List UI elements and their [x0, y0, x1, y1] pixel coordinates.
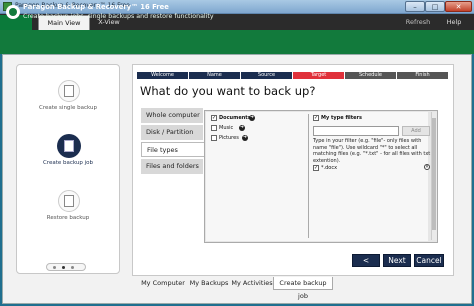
- music-label: Music: [219, 125, 234, 131]
- pictures-arrow-icon[interactable]: ➜: [242, 135, 248, 141]
- step-finish: Finish: [397, 72, 448, 79]
- category-disk-partition[interactable]: Disk / Partition: [141, 125, 203, 140]
- tab-my-computer[interactable]: My Computer: [140, 277, 186, 290]
- app-header: [0, 30, 474, 54]
- tab-create-backup-job[interactable]: Create backup job: [273, 277, 333, 300]
- tab-my-activities[interactable]: My Activities: [231, 277, 273, 290]
- document-icon: [64, 85, 74, 97]
- pager-dot[interactable]: [53, 266, 56, 269]
- pictures-checkbox[interactable]: [211, 135, 217, 141]
- step-welcome: Welcome: [137, 72, 188, 79]
- document-icon: [64, 195, 74, 207]
- pager-dot-active[interactable]: [62, 266, 65, 269]
- refresh-link[interactable]: Refresh: [405, 15, 431, 30]
- close-button[interactable]: ✕: [445, 1, 472, 12]
- wizard-heading: What do you want to back up?: [140, 84, 316, 98]
- step-schedule: Schedule: [345, 72, 396, 79]
- pager-dot[interactable]: [71, 266, 74, 269]
- documents-label: Documents: [219, 115, 251, 121]
- my-type-filters-label: My type filters: [321, 115, 362, 121]
- sidebar-item-restore-backup[interactable]: Restore backup: [16, 215, 120, 221]
- maximize-button[interactable]: □: [425, 1, 445, 12]
- music-checkbox[interactable]: [211, 125, 217, 131]
- documents-arrow-icon[interactable]: ➜: [249, 115, 255, 121]
- docx-filter-checkbox[interactable]: ✓: [313, 165, 319, 171]
- scrollbar-thumb[interactable]: [432, 118, 436, 230]
- sidebar-pager: [46, 263, 86, 271]
- next-button[interactable]: Next >: [383, 254, 411, 277]
- cancel-button[interactable]: Cancel: [414, 254, 444, 267]
- step-source: Source: [241, 72, 292, 79]
- sidebar-item-create-backup-job[interactable]: Create backup job: [16, 160, 120, 166]
- header-subtitle: Create backup jobs, single backups and r…: [23, 13, 214, 20]
- filter-help-text: Type in your filter (e.g. "file"- only f…: [313, 138, 431, 164]
- add-filter-button[interactable]: Add: [402, 126, 430, 136]
- my-type-filters-checkbox[interactable]: ✓: [313, 115, 319, 121]
- help-link[interactable]: Help: [444, 15, 464, 30]
- step-name: Name: [189, 72, 240, 79]
- minimize-button[interactable]: –: [405, 1, 425, 12]
- tab-my-backups[interactable]: My Backups: [188, 277, 230, 290]
- music-arrow-icon[interactable]: ➜: [239, 125, 245, 131]
- filter-input[interactable]: [313, 126, 399, 136]
- step-target: Target: [293, 72, 344, 79]
- panel-divider: [308, 114, 309, 238]
- category-file-types[interactable]: File types: [141, 142, 205, 157]
- paragon-logo-inner: [9, 8, 17, 16]
- document-icon: [64, 140, 74, 152]
- documents-checkbox[interactable]: ✓: [211, 115, 217, 121]
- header-title: Paragon Backup & Recovery™ 16 Free: [23, 3, 169, 11]
- sidebar-item-create-single-backup[interactable]: Create single backup: [16, 105, 120, 111]
- category-whole-computer[interactable]: Whole computer: [141, 108, 203, 123]
- category-files-and-folders[interactable]: Files and folders: [141, 159, 203, 174]
- remove-filter-icon[interactable]: ✕: [424, 164, 430, 170]
- back-button[interactable]: < Back: [352, 254, 380, 277]
- docx-filter-label: *.docx: [321, 165, 338, 171]
- pictures-label: Pictures: [219, 135, 239, 141]
